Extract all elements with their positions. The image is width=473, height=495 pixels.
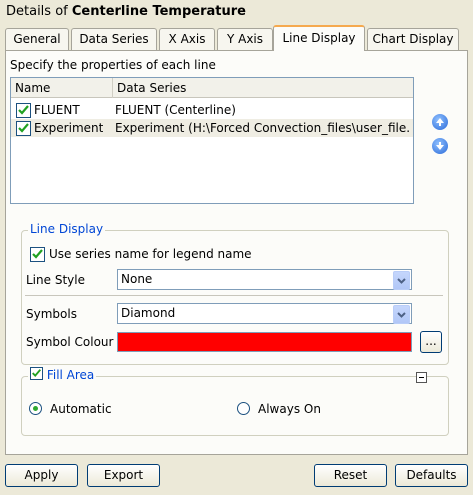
line-style-value: None (121, 272, 153, 286)
row-series: Experiment (H:\Forced Convection_files\u… (115, 121, 411, 135)
tab-panel: Specify the properties of each line Name… (5, 50, 468, 455)
lines-list[interactable]: Name Data Series FLUENT FLUENT (Centerli… (10, 77, 414, 204)
tab-x-axis[interactable]: X Axis (159, 28, 215, 50)
export-button[interactable]: Export (87, 464, 160, 487)
fill-area-checkbox[interactable] (30, 367, 43, 380)
reset-button[interactable]: Reset (314, 464, 387, 487)
radio-automatic[interactable] (29, 402, 42, 415)
automatic-label: Automatic (50, 402, 112, 416)
colour-browse-button[interactable]: ... (420, 331, 442, 353)
tab-line-display[interactable]: Line Display (273, 25, 365, 51)
title-name: Centerline Temperature (71, 4, 246, 19)
radio-always-on[interactable] (237, 402, 250, 415)
use-series-name-checkbox[interactable] (30, 247, 45, 265)
symbol-colour-swatch[interactable] (117, 332, 412, 352)
symbols-select[interactable]: Diamond (117, 303, 412, 324)
lines-heading: Specify the properties of each line (10, 58, 216, 72)
divider (25, 295, 443, 296)
apply-button[interactable]: Apply (5, 464, 78, 487)
list-row-experiment[interactable]: Experiment Experiment (H:\Forced Convect… (11, 119, 413, 137)
arrow-up-icon[interactable] (432, 114, 448, 130)
list-header: Name Data Series (11, 78, 413, 98)
window-title: Details of Centerline Temperature (6, 4, 246, 19)
chevron-down-icon[interactable] (393, 305, 410, 324)
line-style-select[interactable]: None (117, 269, 412, 290)
column-header-name[interactable]: Name (11, 78, 113, 98)
defaults-button[interactable]: Defaults (395, 464, 468, 487)
tab-data-series[interactable]: Data Series (71, 28, 157, 50)
checkbox-use-series-name[interactable] (30, 247, 45, 262)
symbol-colour-label: Symbol Colour (26, 335, 114, 349)
tab-general[interactable]: General (5, 28, 69, 50)
row-series: FLUENT (Centerline) (115, 103, 236, 117)
row-name: Experiment (34, 121, 104, 135)
row-checkbox[interactable] (16, 121, 31, 141)
always-on-label: Always On (258, 402, 321, 416)
line-display-title: Line Display (28, 222, 106, 236)
checkbox-experiment[interactable] (16, 121, 31, 136)
title-prefix: Details of (6, 4, 68, 19)
fill-area-header: Fill Area (28, 367, 97, 382)
checkbox-fluent[interactable] (16, 103, 31, 118)
minus-box-icon[interactable] (416, 372, 427, 383)
tab-y-axis[interactable]: Y Axis (217, 28, 273, 50)
row-name: FLUENT (34, 103, 80, 117)
list-row-fluent[interactable]: FLUENT FLUENT (Centerline) (11, 101, 413, 119)
symbols-value: Diamond (121, 306, 176, 320)
column-header-data-series[interactable]: Data Series (113, 78, 413, 98)
use-series-name-label: Use series name for legend name (49, 247, 252, 261)
arrow-down-icon[interactable] (432, 138, 448, 154)
fill-area-title: Fill Area (46, 368, 95, 382)
line-style-label: Line Style (26, 273, 85, 287)
chevron-down-icon[interactable] (393, 271, 410, 290)
symbols-label: Symbols (26, 307, 77, 321)
tab-chart-display[interactable]: Chart Display (367, 28, 459, 50)
